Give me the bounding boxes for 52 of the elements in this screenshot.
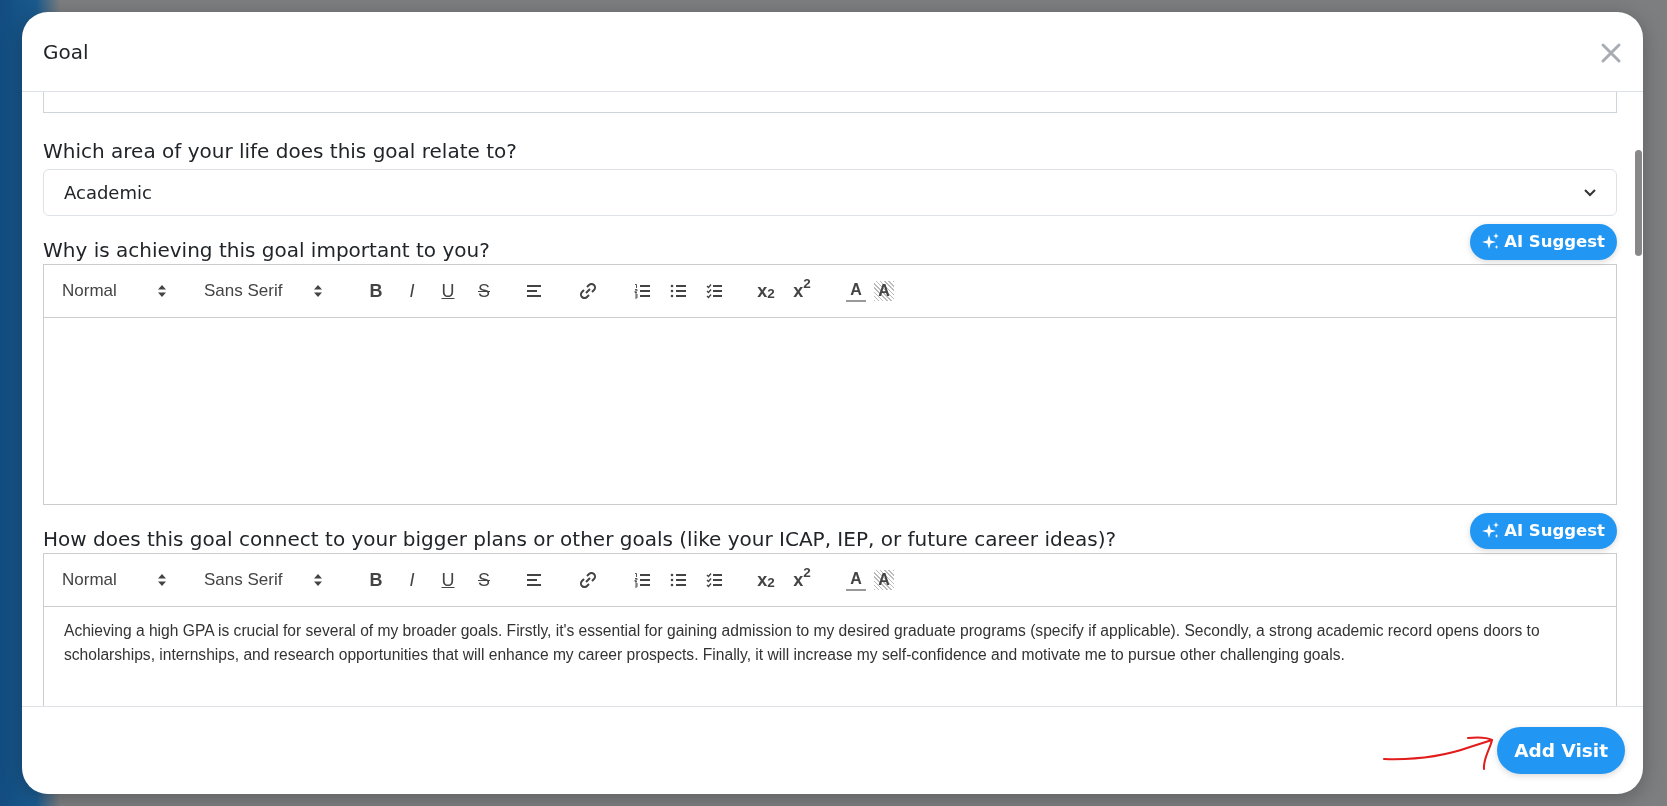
question-label: How does this goal connect to your bigger plans or other goals (like your ICAP, IEP, or future career ideas)? xyxy=(43,526,1117,553)
rich-text-editor[interactable]: Normal Sans Serif B I U S x$_{2}$ x$^{2}$ A A xyxy=(43,264,1617,505)
checklist-icon xyxy=(705,572,723,588)
italic-button[interactable]: I xyxy=(398,278,426,304)
question-label: Why is achieving this goal important to you? xyxy=(43,237,490,264)
underline-button[interactable]: U xyxy=(434,567,462,593)
numbered-list-icon xyxy=(633,572,651,588)
bullet-list-icon xyxy=(669,283,687,299)
format-dropdown[interactable]: Normal xyxy=(62,567,166,593)
checklist-icon xyxy=(705,283,723,299)
bullet-list-icon xyxy=(669,572,687,588)
modal-title: Goal xyxy=(43,38,89,66)
italic-button[interactable]: I xyxy=(398,567,426,593)
question-label: Which area of your life does this goal relate to? xyxy=(43,138,518,165)
dropdown-label: Normal xyxy=(62,569,117,592)
dropdown-label: Normal xyxy=(62,280,117,303)
format-dropdown[interactable]: Normal xyxy=(62,278,166,304)
align-left-icon xyxy=(525,283,543,299)
dropdown-label: Sans Serif xyxy=(204,569,283,592)
close-icon xyxy=(1600,42,1622,64)
format-dropdown[interactable]: Sans Serif xyxy=(204,278,322,304)
sort-arrows-icon xyxy=(314,285,322,297)
script-button[interactable]: x$^{2}$ xyxy=(788,278,816,304)
script-button[interactable]: x$_{2}$ xyxy=(752,567,780,593)
scrollbar[interactable] xyxy=(1635,150,1642,256)
numbered-list-icon xyxy=(633,283,651,299)
underline-button[interactable]: U xyxy=(434,278,462,304)
select-value: Academic xyxy=(64,181,152,205)
highlight-button[interactable]: A xyxy=(874,570,894,590)
align-left-icon xyxy=(525,572,543,588)
link-icon xyxy=(579,572,597,588)
strikethrough-button[interactable]: S xyxy=(470,278,498,304)
sparkle-icon xyxy=(1482,233,1501,251)
input-field[interactable] xyxy=(43,92,1617,113)
text-color-button[interactable]: A xyxy=(846,280,866,302)
sparkle-icon xyxy=(1482,522,1501,540)
bold-button[interactable]: B xyxy=(362,278,390,304)
strikethrough-button[interactable]: S xyxy=(470,567,498,593)
sort-arrows-icon xyxy=(158,285,166,297)
editor-text: Achieving a high GPA is crucial for several of my broader goals. Firstly, it's essential for gaining admission to my desired graduate programs (specify if applicable). Secondly, a strong academic record opens doors to scholarships, internships, and research opportunities that will enhance my career prospects. Finally, it will increase my self-confidence and motivate me to pursue other challenging goals. xyxy=(63,621,1541,665)
highlight-button[interactable]: A xyxy=(874,281,894,301)
text-color-button[interactable]: A xyxy=(846,569,866,591)
format-dropdown[interactable]: Sans Serif xyxy=(204,567,322,593)
script-button[interactable]: x$_{2}$ xyxy=(752,278,780,304)
bold-button[interactable]: B xyxy=(362,567,390,593)
select-field[interactable]: Academic xyxy=(43,169,1617,216)
sort-arrows-icon xyxy=(158,574,166,586)
sort-arrows-icon xyxy=(314,574,322,586)
script-button[interactable]: x$^{2}$ xyxy=(788,567,816,593)
dropdown-label: Sans Serif xyxy=(204,280,283,303)
link-icon xyxy=(579,283,597,299)
chevron-down-icon xyxy=(1584,188,1596,197)
